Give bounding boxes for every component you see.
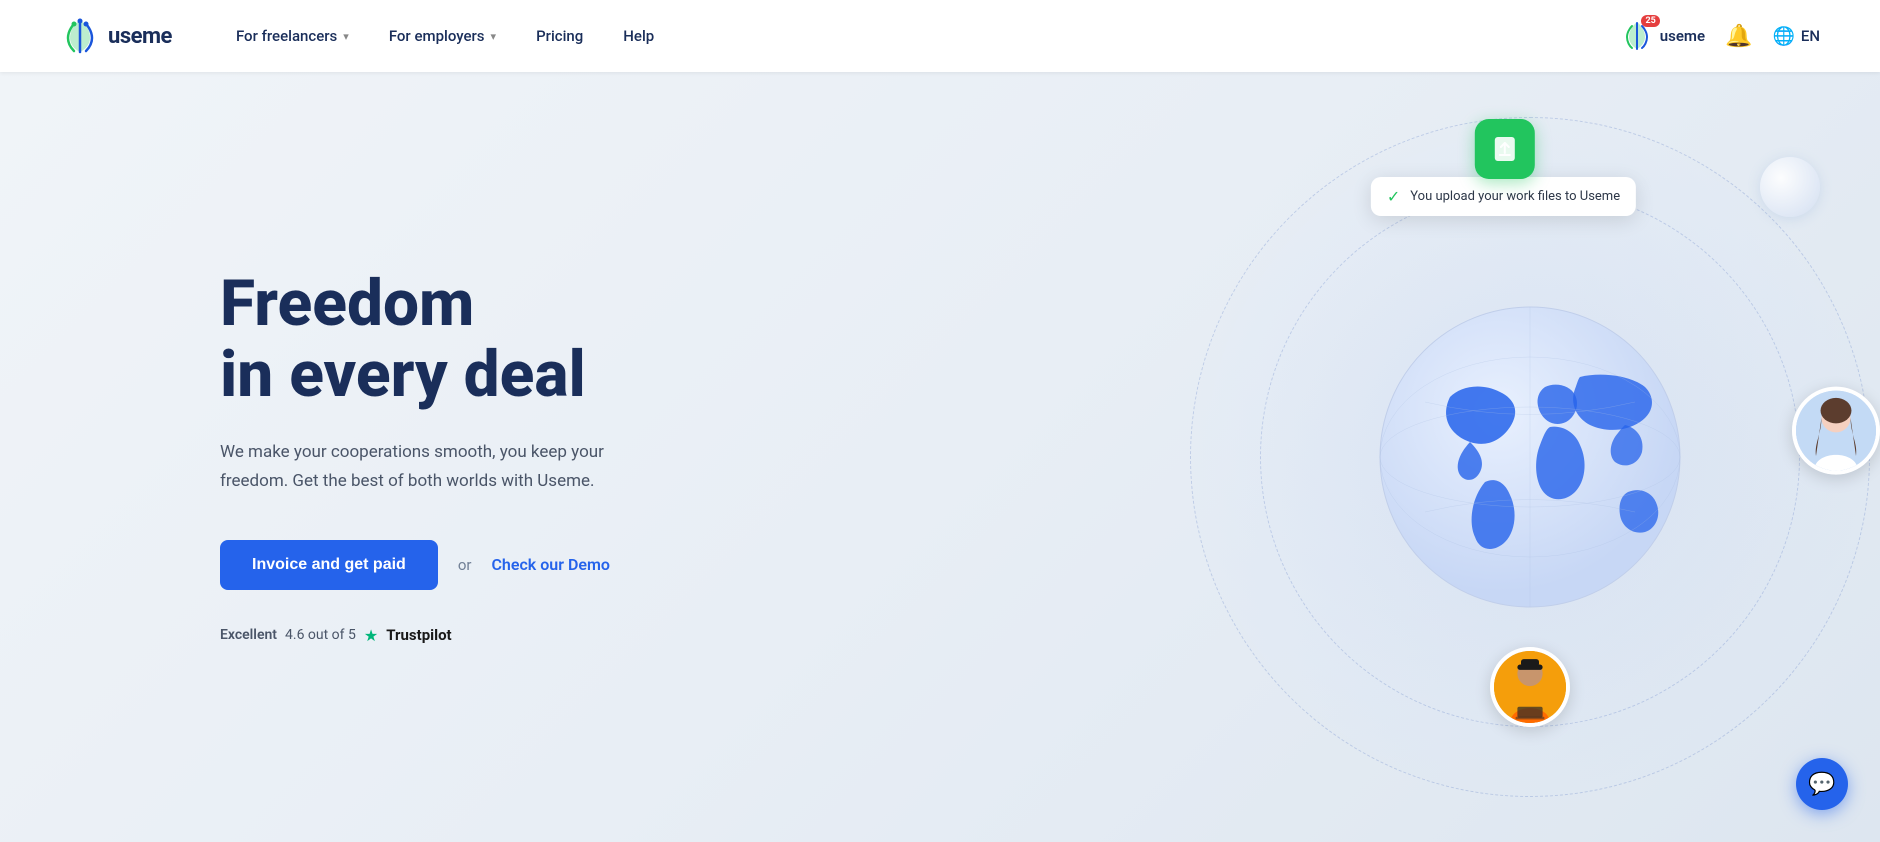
nav-pricing[interactable]: Pricing	[520, 19, 599, 53]
nav-freelancers[interactable]: For freelancers ▾	[220, 19, 365, 53]
avatar-woman	[1792, 387, 1880, 475]
trust-star-icon: ★	[364, 626, 378, 645]
account-label: useme	[1660, 27, 1705, 45]
trust-rating: 4.6 out of 5	[285, 627, 356, 643]
hero-visual: ✓ You upload your work files to Useme	[1120, 97, 1880, 817]
demo-link[interactable]: Check our Demo	[491, 555, 609, 574]
hero-content: Freedom in every deal We make your coope…	[220, 269, 620, 645]
account-link[interactable]: 25 useme	[1620, 19, 1705, 53]
language-label: EN	[1801, 27, 1820, 45]
upload-card: ✓ You upload your work files to Useme	[1371, 177, 1636, 216]
chat-button[interactable]: 💬	[1796, 758, 1848, 810]
invoice-button[interactable]: Invoice and get paid	[220, 540, 438, 590]
nav-right: 25 useme 🔔 🌐 EN	[1620, 19, 1820, 53]
bell-icon: 🔔	[1725, 24, 1752, 49]
hero-cta: Invoice and get paid or Check our Demo	[220, 540, 620, 590]
hero-subtitle: We make your cooperations smooth, you ke…	[220, 438, 620, 496]
cta-or-text: or	[458, 556, 472, 574]
logo-link[interactable]: useme	[60, 16, 172, 56]
globe-container: ✓ You upload your work files to Useme	[1120, 97, 1880, 817]
trust-excellent: Excellent	[220, 627, 277, 643]
navbar: useme For freelancers ▾ For employers ▾ …	[0, 0, 1880, 72]
chat-icon: 💬	[1808, 772, 1835, 797]
nav-employers[interactable]: For employers ▾	[373, 19, 512, 53]
logo-text: useme	[108, 24, 172, 49]
globe-svg	[1370, 297, 1690, 617]
globe-icon: 🌐	[1772, 26, 1794, 47]
notifications-bell[interactable]: 🔔	[1725, 24, 1752, 49]
upload-icon	[1475, 119, 1535, 179]
hero-title: Freedom in every deal	[220, 269, 620, 410]
hero-section: Freedom in every deal We make your coope…	[0, 72, 1880, 842]
sphere-accent	[1760, 157, 1820, 217]
nav-links: For freelancers ▾ For employers ▾ Pricin…	[220, 19, 1620, 53]
avatar-man	[1490, 647, 1570, 727]
chevron-down-icon: ▾	[491, 30, 497, 43]
notification-badge: 25	[1641, 15, 1659, 27]
trustpilot-name: Trustpilot	[386, 626, 451, 644]
language-selector[interactable]: 🌐 EN	[1772, 26, 1820, 47]
trustpilot-row: Excellent 4.6 out of 5 ★ Trustpilot	[220, 626, 620, 645]
upload-card-text: You upload your work files to Useme	[1410, 189, 1620, 204]
chevron-down-icon: ▾	[343, 30, 349, 43]
nav-help[interactable]: Help	[607, 19, 670, 53]
check-icon: ✓	[1387, 187, 1400, 206]
